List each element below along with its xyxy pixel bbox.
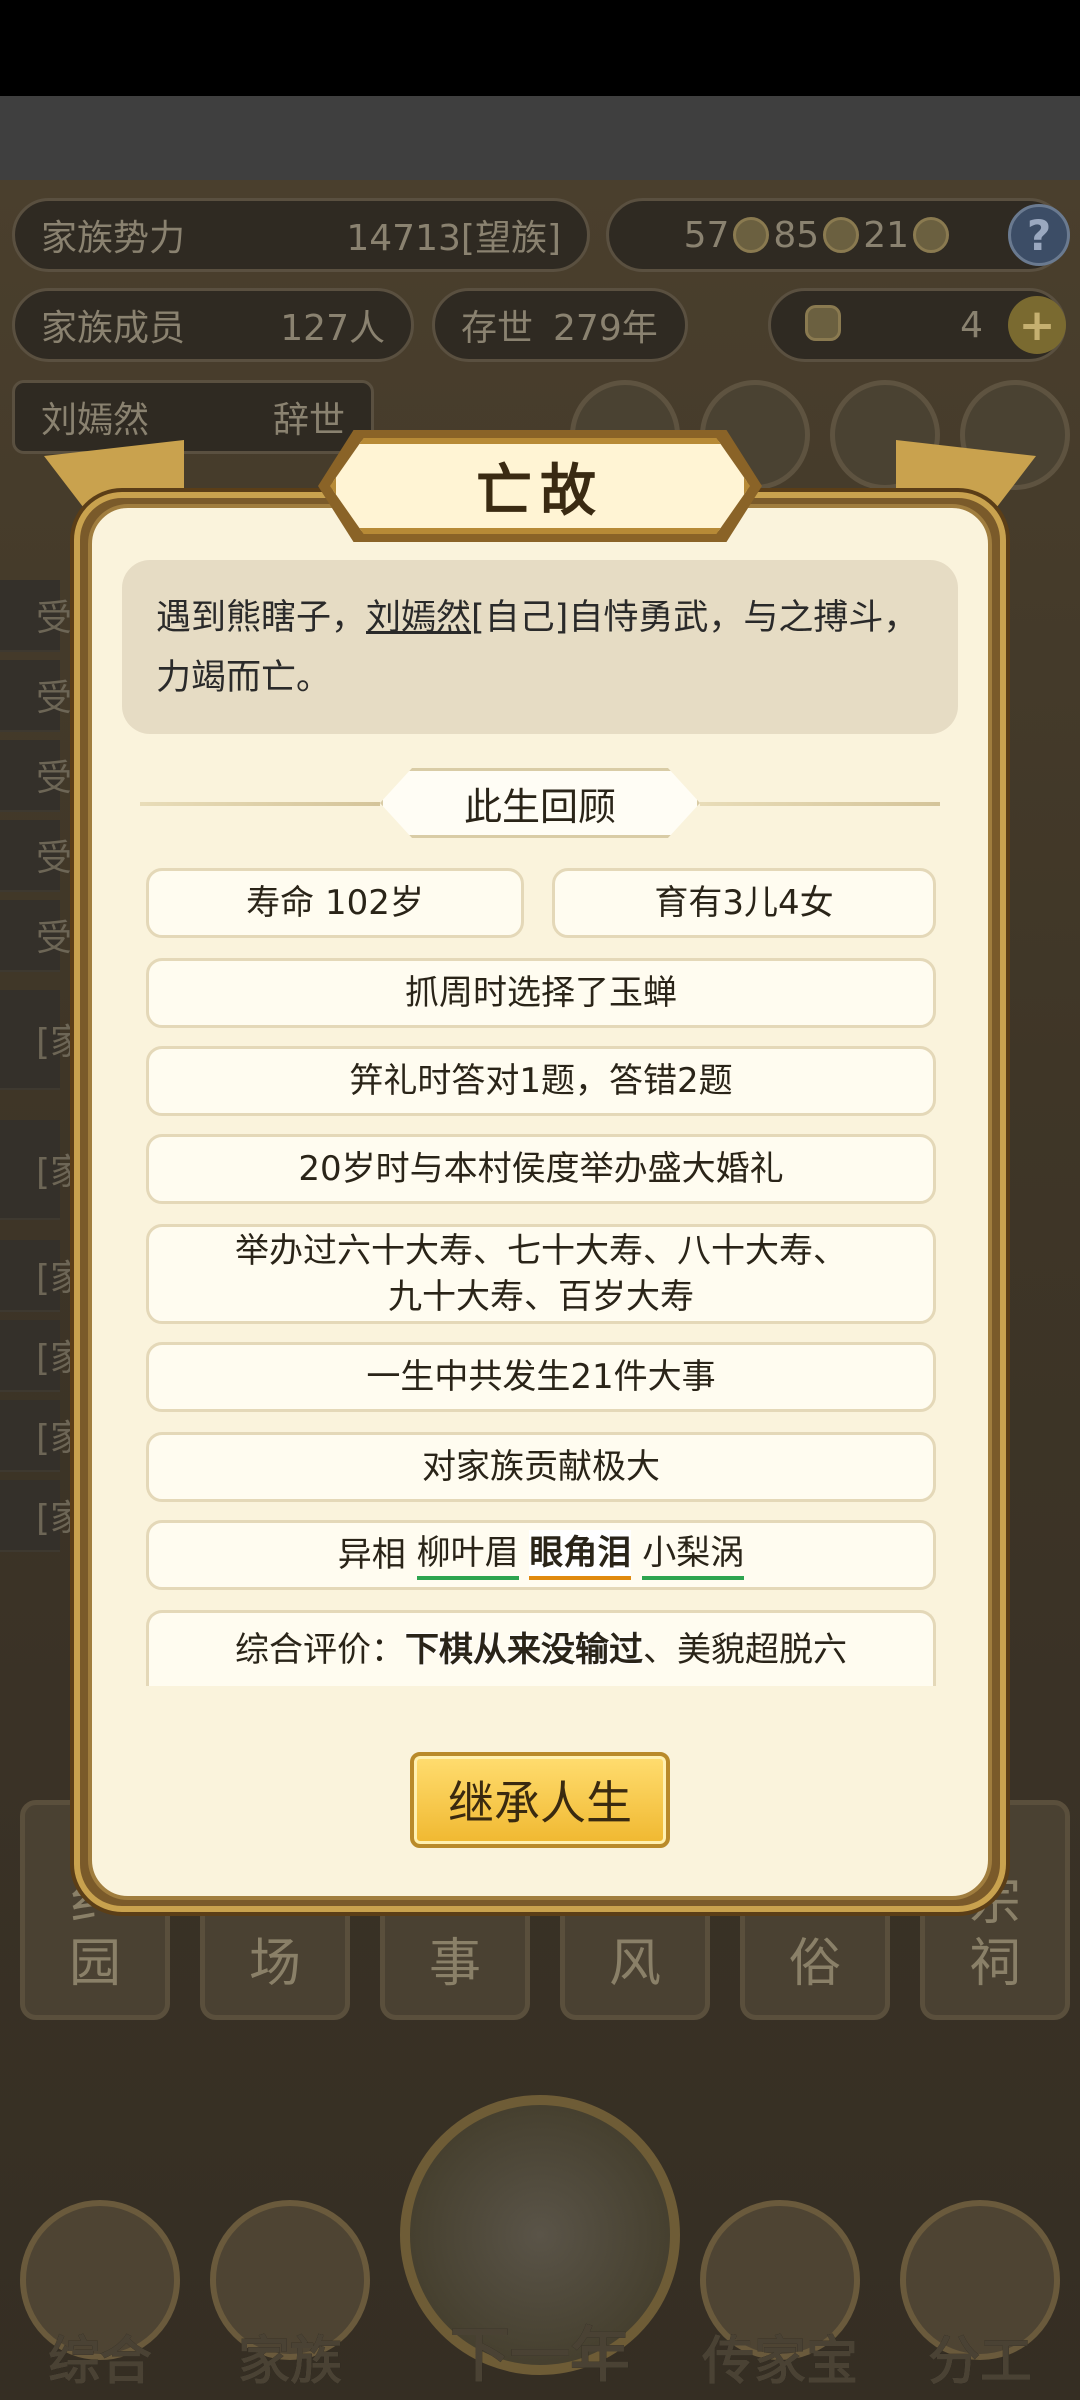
lifespan-card: 寿命 102岁 — [146, 868, 524, 938]
family-power-value: 14713[望族] — [346, 218, 561, 259]
evaluation-card: 综合评价： 下棋从来没输过 、美貌超脱六 — [146, 1610, 936, 1686]
side-row: [家 — [0, 1480, 86, 1552]
nav-next-year[interactable]: 下一年 — [440, 2320, 640, 2400]
children-card: 育有3儿4女 — [552, 868, 936, 938]
side-row: [家 — [0, 990, 86, 1090]
person-status-pill: 刘嫣然 辞世 — [12, 380, 374, 454]
alive-label: 存世 — [461, 308, 534, 349]
family-power-pill[interactable]: 家族势力 14713[望族] — [12, 198, 590, 272]
side-row: 受 — [0, 740, 72, 812]
feature-tag[interactable]: 小梨涡 — [642, 1530, 745, 1580]
side-row: 受 — [0, 660, 72, 732]
nav-family[interactable]: 家族 — [190, 2200, 390, 2400]
title-bar — [0, 96, 1080, 180]
help-icon[interactable]: ? — [1008, 204, 1070, 266]
dialog-title: 亡故 — [476, 458, 604, 524]
alive-years-pill: 存世 279年 — [432, 288, 688, 362]
life-review-header: 此生回顾 — [140, 768, 940, 838]
resource-b-value: 85 — [773, 214, 820, 256]
family-power-label: 家族势力 — [41, 218, 186, 259]
gold-ingot-icon — [805, 305, 841, 341]
zhuazhou-card: 抓周时选择了玉蝉 — [146, 958, 936, 1028]
members-pill[interactable]: 家族成员 127人 — [12, 288, 414, 362]
nav-heirloom[interactable]: 传家宝 — [680, 2200, 880, 2400]
birthdays-card: 举办过六十大寿、七十大寿、八十大寿、九十大寿、百岁大寿 — [146, 1224, 936, 1324]
add-gold-icon[interactable]: + — [1008, 296, 1066, 354]
events-card: 一生中共发生21件大事 — [146, 1342, 936, 1412]
contribution-card: 对家族贡献极大 — [146, 1432, 936, 1502]
nav-overview[interactable]: 综合 — [0, 2200, 200, 2400]
person-status: 辞世 — [272, 400, 345, 441]
side-row: 受 — [0, 580, 72, 652]
resources-pill: 57 85 21 — [606, 198, 1066, 272]
person-name: 刘嫣然 — [41, 400, 150, 441]
resource-a-value: 57 — [683, 214, 730, 256]
side-row: [家 — [0, 1400, 86, 1472]
divider — [700, 802, 940, 806]
side-row: 受 — [0, 820, 72, 892]
wedding-card: 20岁时与本村侯度举办盛大婚礼 — [146, 1134, 936, 1204]
features-card: 异相 柳叶眉 眼角泪 小梨涡 — [146, 1520, 936, 1590]
side-row: [家 — [0, 1240, 86, 1312]
alive-value: 279年 — [553, 308, 658, 349]
death-description: 遇到熊瞎子，刘嫣然[自己]自恃勇武，与之搏斗，力竭而亡。 — [122, 560, 958, 734]
members-label: 家族成员 — [41, 308, 186, 349]
nav-assign[interactable]: 分工 — [880, 2200, 1080, 2400]
gold-value: 4 — [960, 304, 983, 346]
dialog-title-plate: 亡故 — [330, 438, 750, 534]
person-name-link[interactable]: 刘嫣然 — [366, 598, 471, 638]
copper-coin-icon — [913, 217, 949, 253]
side-row: 受 — [0, 900, 72, 972]
status-bar — [0, 0, 1080, 96]
feature-tag[interactable]: 眼角泪 — [529, 1530, 632, 1580]
section-title: 此生回顾 — [380, 768, 700, 838]
feature-tag[interactable]: 柳叶眉 — [416, 1530, 519, 1580]
inherit-life-button[interactable]: 继承人生 — [410, 1752, 670, 1848]
side-row: [家 — [0, 1320, 86, 1392]
members-value: 127人 — [280, 308, 385, 349]
gold-bar-icon — [733, 217, 770, 253]
side-row: [家 — [0, 1120, 86, 1220]
silver-bar-icon — [823, 217, 860, 253]
jili-card: 笄礼时答对1题，答错2题 — [146, 1046, 936, 1116]
divider — [140, 802, 380, 806]
resource-c-value: 21 — [863, 214, 909, 256]
evaluation-highlight: 下棋从来没输过 — [405, 1630, 643, 1670]
